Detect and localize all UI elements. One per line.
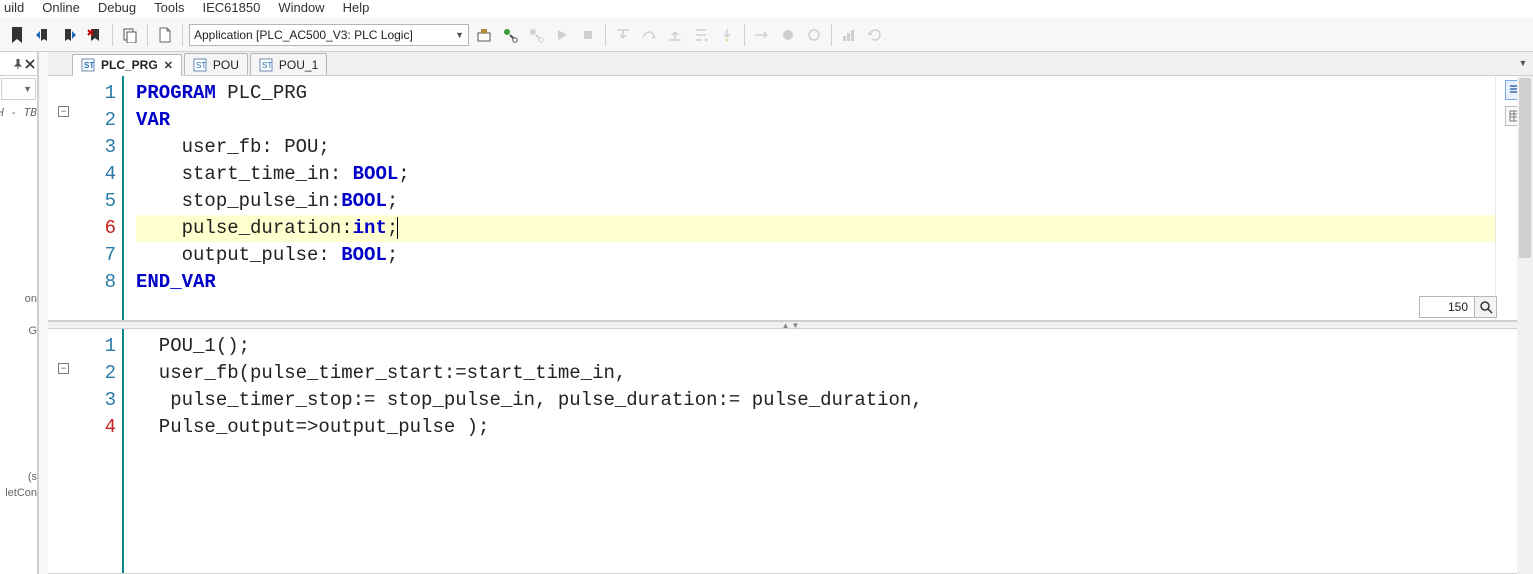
zoom-magnifier-icon[interactable] <box>1475 296 1497 318</box>
chart-icon[interactable] <box>838 24 860 46</box>
build-icon[interactable] <box>473 24 495 46</box>
copy-icon[interactable] <box>119 24 141 46</box>
tab-plc-prg[interactable]: ST PLC_PRG ✕ <box>72 54 182 76</box>
step-over-icon[interactable] <box>638 24 660 46</box>
tab-label: POU <box>213 58 239 72</box>
close-icon[interactable]: ✕ <box>164 59 173 72</box>
application-selector-label: Application [PLC_AC500_V3: PLC Logic] <box>194 28 413 42</box>
zoom-control: 150 <box>1419 296 1497 318</box>
fold-rail: − <box>48 329 78 573</box>
logout-icon[interactable] <box>525 24 547 46</box>
run-to-cursor-icon[interactable] <box>690 24 712 46</box>
menu-item-iec61850[interactable]: IEC61850 <box>203 0 261 15</box>
bookmark-clear-icon[interactable] <box>84 24 106 46</box>
pin-icon[interactable] <box>13 59 23 69</box>
tab-label: PLC_PRG <box>101 58 158 72</box>
toolbar-separator <box>182 24 183 46</box>
breakpoint-active-icon[interactable] <box>777 24 799 46</box>
tab-pou-1[interactable]: ST POU_1 <box>250 53 327 75</box>
side-panel: ▼ TH - TB on G s) letCon <box>0 52 38 574</box>
editor-filler <box>38 52 48 574</box>
chevron-down-icon: ▼ <box>455 30 464 40</box>
tab-label: POU_1 <box>279 58 318 72</box>
st-document-icon: ST <box>259 58 273 72</box>
toolbar-separator <box>112 24 113 46</box>
vertical-scrollbar[interactable] <box>1517 76 1533 574</box>
application-selector[interactable]: Application [PLC_AC500_V3: PLC Logic] ▼ <box>189 24 469 46</box>
menu-item-online[interactable]: Online <box>42 0 80 15</box>
svg-text:ST: ST <box>262 61 272 70</box>
toolbar: Application [PLC_AC500_V3: PLC Logic] ▼ <box>0 18 1533 52</box>
breakpoint-inactive-icon[interactable] <box>803 24 825 46</box>
set-next-icon[interactable] <box>716 24 738 46</box>
panel-dropdown[interactable]: ▼ <box>1 78 36 100</box>
menu-item-window[interactable]: Window <box>278 0 324 15</box>
fold-rail: − <box>48 76 78 320</box>
st-document-icon: ST <box>81 58 95 72</box>
tab-strip: ST PLC_PRG ✕ ST POU ST POU_1 ▼ <box>48 52 1533 76</box>
menu-item-build[interactable]: uild <box>4 0 24 15</box>
tree-fragment: s) <box>0 469 37 485</box>
document-icon[interactable] <box>154 24 176 46</box>
st-document-icon: ST <box>193 58 207 72</box>
toolbar-separator <box>831 24 832 46</box>
tree-fragment: TH - TB <box>0 104 37 121</box>
tree-fragment: on <box>0 291 37 307</box>
toolbar-separator <box>147 24 148 46</box>
fold-toggle-icon[interactable]: − <box>58 106 69 117</box>
step-out-icon[interactable] <box>664 24 686 46</box>
fold-toggle-icon[interactable]: − <box>58 363 69 374</box>
menu-bar: uild Online Debug Tools IEC61850 Window … <box>0 0 1533 18</box>
tree-fragment: G <box>0 323 37 339</box>
tab-pou[interactable]: ST POU <box>184 53 248 75</box>
pane-splitter[interactable]: ▲▼ <box>48 321 1533 329</box>
menu-item-help[interactable]: Help <box>343 0 370 15</box>
svg-text:ST: ST <box>84 61 94 70</box>
start-icon[interactable] <box>551 24 573 46</box>
continue-icon[interactable] <box>751 24 773 46</box>
menu-item-tools[interactable]: Tools <box>154 0 184 15</box>
body-pane: − 1234 POU_1(); user_fb(pulse_timer_star… <box>48 329 1533 574</box>
bookmark-next-icon[interactable] <box>58 24 80 46</box>
editor-region: ST PLC_PRG ✕ ST POU ST POU_1 ▼ <box>48 52 1533 574</box>
toolbar-separator <box>744 24 745 46</box>
toolbar-separator <box>605 24 606 46</box>
declaration-pane: − 12345678 PROGRAM PLC_PRG VAR user_fb: … <box>48 76 1533 321</box>
tree-fragment: letCon <box>0 485 37 501</box>
bookmark-prev-icon[interactable] <box>32 24 54 46</box>
tabs-overflow-button[interactable]: ▼ <box>1515 55 1531 71</box>
refresh-icon[interactable] <box>864 24 886 46</box>
svg-text:ST: ST <box>196 61 206 70</box>
scrollbar-thumb[interactable] <box>1519 78 1531 258</box>
close-icon[interactable] <box>25 59 35 69</box>
login-icon[interactable] <box>499 24 521 46</box>
body-editor[interactable]: POU_1(); user_fb(pulse_timer_start:=star… <box>124 329 1533 573</box>
zoom-value[interactable]: 150 <box>1419 296 1475 318</box>
step-into-icon[interactable] <box>612 24 634 46</box>
bookmark-icon[interactable] <box>6 24 28 46</box>
line-number-gutter: 12345678 <box>78 76 124 320</box>
line-number-gutter: 1234 <box>78 329 124 573</box>
stop-icon[interactable] <box>577 24 599 46</box>
menu-item-debug[interactable]: Debug <box>98 0 136 15</box>
declaration-editor[interactable]: PROGRAM PLC_PRG VAR user_fb: POU; start_… <box>124 76 1495 320</box>
